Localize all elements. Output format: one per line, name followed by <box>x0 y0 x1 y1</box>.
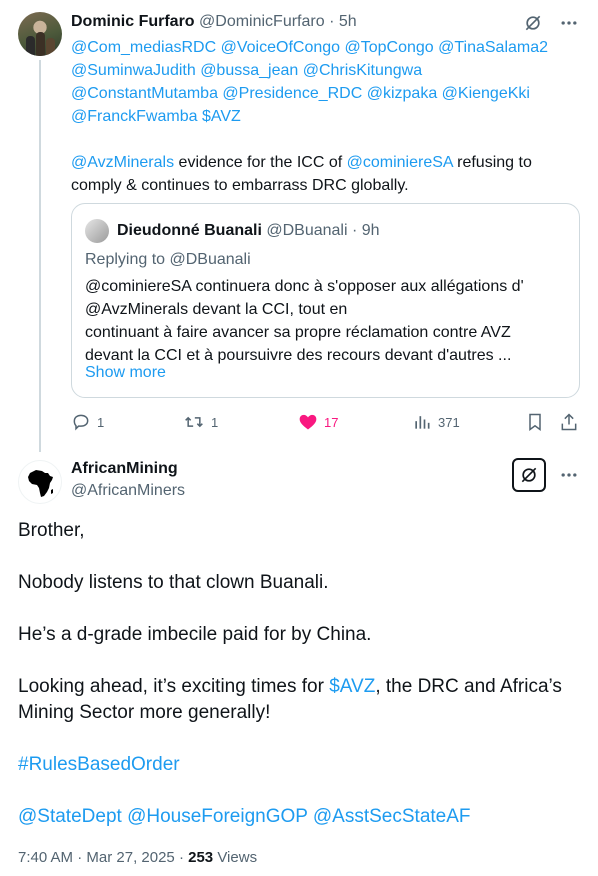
mention-cominieresa[interactable]: @cominiereSA <box>347 154 453 171</box>
parent-tweet[interactable]: Dominic Furfaro @DominicFurfaro · 5h @Co… <box>0 0 598 452</box>
quote-header: Dieudonné Buanali @DBuanali · 9h <box>117 220 380 242</box>
more-icon[interactable] <box>558 464 580 486</box>
hashtag-rulesbasedorder[interactable]: #RulesBasedOrder <box>18 754 180 775</box>
repost-button[interactable]: 1 <box>183 410 218 434</box>
replying-to: Replying to @DBuanali <box>85 251 251 268</box>
like-icon <box>299 414 317 430</box>
quote-text: @cominiereSA continuera donc à s'opposer… <box>85 275 575 367</box>
mention-line[interactable]: @Com_mediasRDC @VoiceOfCongo @TopCongo @… <box>71 39 548 56</box>
share-button[interactable] <box>559 410 579 434</box>
tweet-time[interactable]: 7:40 AM <box>18 849 73 866</box>
paragraph: He’s a d-grade imbecile paid for by Chin… <box>18 624 372 645</box>
main-tweet-text: Brother, Nobody listens to that clown Bu… <box>18 518 583 830</box>
quote-text-line: @cominiereSA continuera donc à s'opposer… <box>85 278 524 295</box>
grok-icon[interactable] <box>522 12 544 34</box>
avatar-dieudonne-buanali <box>85 219 109 243</box>
quote-author-name: Dieudonné Buanali <box>117 222 262 239</box>
bookmark-button[interactable] <box>525 410 545 434</box>
bookmark-icon <box>529 413 541 431</box>
reply-count: 1 <box>97 414 105 430</box>
parent-tweet-icons <box>522 12 580 34</box>
action-bar: 1 1 17 371 <box>71 410 581 434</box>
quote-text-line: @AvzMinerals devant la CCI, tout en <box>85 301 348 318</box>
parent-tweet-text: @Com_mediasRDC @VoiceOfCongo @TopCongo @… <box>71 36 581 197</box>
body-text: evidence for the ICC of <box>174 154 347 171</box>
views-icon <box>415 416 430 429</box>
parent-tweet-header: Dominic Furfaro @DominicFurfaro · 5h <box>71 12 357 32</box>
main-tweet: AfricanMining @AfricanMiners Brother, No… <box>0 448 598 876</box>
mention-houseforeigngop[interactable]: @HouseForeignGOP <box>127 806 308 827</box>
like-count: 17 <box>324 414 339 430</box>
views-button[interactable]: 371 <box>412 410 460 434</box>
separator: · <box>351 222 358 239</box>
grok-icon <box>521 467 537 483</box>
repost-count: 1 <box>211 414 219 430</box>
paragraph: Brother, <box>18 520 85 541</box>
quote-time: 9h <box>361 222 380 239</box>
africa-map-icon <box>28 470 53 497</box>
grok-button[interactable] <box>512 458 546 492</box>
mention-line[interactable]: @SuminwaJudith @bussa_jean @ChrisKitungw… <box>71 62 422 79</box>
mention-avzminerals[interactable]: @AvzMinerals <box>71 154 174 171</box>
separator: · <box>178 849 184 866</box>
paragraph: Looking ahead, it’s exciting times for $… <box>18 674 583 726</box>
cashtag-avz[interactable]: $AVZ <box>329 676 375 697</box>
avatar-dominic-furfaro[interactable] <box>18 12 62 56</box>
paragraph: Nobody listens to that clown Buanali. <box>18 572 329 593</box>
author-handle[interactable]: @DominicFurfaro <box>199 13 325 30</box>
show-more-link[interactable]: Show more <box>85 362 166 384</box>
views-count: 253 <box>188 849 214 866</box>
repost-icon <box>185 416 203 428</box>
text: Looking ahead, it’s exciting times for <box>18 676 330 697</box>
separator: · <box>77 849 83 866</box>
views-count: 371 <box>438 414 460 430</box>
quoted-tweet[interactable]: Dieudonné Buanali @DBuanali · 9h Replyin… <box>71 203 580 398</box>
paragraph: @StateDept @HouseForeignGOP @AsstSecStat… <box>18 804 583 830</box>
author-name[interactable]: Dominic Furfaro <box>71 13 195 30</box>
avatar-africanmining[interactable] <box>18 460 62 504</box>
like-button[interactable]: 17 <box>298 410 338 434</box>
more-icon[interactable] <box>558 12 580 34</box>
reply-button[interactable]: 1 <box>71 410 104 434</box>
tweet-date[interactable]: Mar 27, 2025 <box>86 849 174 866</box>
reply-icon <box>73 414 89 431</box>
share-icon <box>561 413 577 431</box>
author-name[interactable]: AfricanMining <box>71 459 178 479</box>
tweet-meta: 7:40 AM · Mar 27, 2025 · 253 Views <box>18 848 257 868</box>
separator: · <box>329 13 335 30</box>
views-label: Views <box>217 849 258 866</box>
quote-text-line: continuant à faire avancer sa propre réc… <box>85 324 511 341</box>
thread-line <box>39 60 41 452</box>
mention-line[interactable]: @ConstantMutamba @Presidence_RDC @kizpak… <box>71 85 530 102</box>
paragraph: #RulesBasedOrder <box>18 752 583 778</box>
cashtag-avz[interactable]: $AVZ <box>202 108 241 125</box>
mention-franck[interactable]: @FranckFwamba <box>71 108 198 125</box>
author-handle[interactable]: @AfricanMiners <box>71 481 185 501</box>
quote-author-handle: @DBuanali <box>266 222 348 239</box>
tweet-time[interactable]: 5h <box>339 13 357 30</box>
mention-statedept[interactable]: @StateDept <box>18 806 122 827</box>
main-tweet-icons <box>512 458 580 492</box>
mention-asstsecstateaf[interactable]: @AsstSecStateAF <box>313 806 471 827</box>
